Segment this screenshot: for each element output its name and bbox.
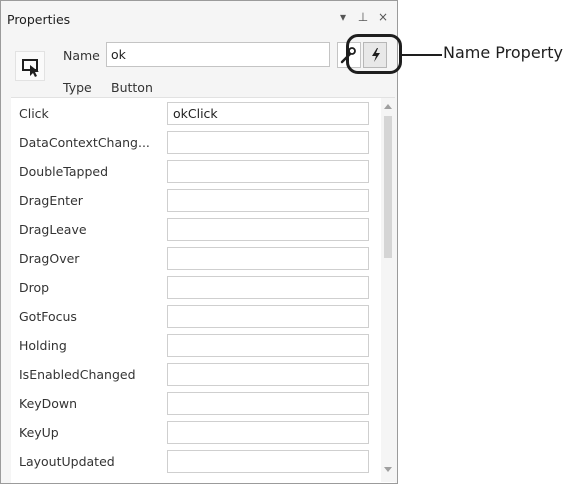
event-row: LayoutUpdated (11, 448, 375, 477)
event-row: DataContextChang... (11, 129, 375, 158)
scrollbar-thumb[interactable] (384, 116, 392, 258)
event-row: GotFocus (11, 303, 375, 332)
panel-titlebar: Properties ▾ ⊥ × (1, 1, 397, 33)
event-handler-input[interactable] (167, 363, 369, 386)
event-row: KeyDown (11, 390, 375, 419)
panel-title: Properties (7, 12, 71, 27)
event-row: DragOver (11, 245, 375, 274)
event-row: DragEnter (11, 187, 375, 216)
event-handler-input[interactable] (167, 247, 369, 270)
dropdown-icon[interactable]: ▾ (337, 11, 349, 23)
event-name: LayoutUpdated (19, 454, 115, 469)
event-row: DragLeave (11, 216, 375, 245)
event-handler-input[interactable] (167, 189, 369, 212)
event-handler-input[interactable] (167, 421, 369, 444)
event-handler-input[interactable] (167, 305, 369, 328)
event-handler-input[interactable] (167, 160, 369, 183)
name-input[interactable]: ok (106, 42, 330, 67)
event-row: IsEnabledChanged (11, 361, 375, 390)
event-handler-input[interactable] (167, 276, 369, 299)
event-handler-input[interactable]: okClick (167, 102, 369, 125)
event-name: KeyUp (19, 425, 59, 440)
event-name: GotFocus (19, 309, 77, 324)
event-row: Holding (11, 332, 375, 361)
triangle-up-icon[interactable] (383, 102, 393, 110)
pointer-element-icon (15, 51, 45, 81)
event-name: DoubleTapped (19, 164, 109, 179)
event-name: Holding (19, 338, 67, 353)
event-name: Drop (19, 280, 50, 295)
type-value: Button (111, 80, 153, 95)
title-controls: ▾ ⊥ × (337, 11, 389, 23)
event-name: Click (19, 106, 49, 121)
event-row: Click okClick (11, 100, 375, 129)
event-name: KeyDown (19, 396, 78, 411)
name-label: Name (63, 48, 100, 63)
event-name: DragEnter (19, 193, 83, 208)
event-name: IsEnabledChanged (19, 367, 136, 382)
callout-ring (346, 34, 402, 74)
event-name: DragLeave (19, 222, 87, 237)
events-list: Click okClick DataContextChang... DoubleTap… (11, 97, 395, 483)
event-handler-input[interactable] (167, 218, 369, 241)
event-row: DoubleTapped (11, 158, 375, 187)
close-icon[interactable]: × (377, 11, 389, 23)
properties-panel: Properties ▾ ⊥ × Name ok Type Button Cli… (0, 0, 398, 484)
event-handler-input[interactable] (167, 392, 369, 415)
event-row: KeyUp (11, 419, 375, 448)
triangle-down-icon[interactable] (383, 466, 393, 474)
event-handler-input[interactable] (167, 131, 369, 154)
type-label: Type (63, 80, 92, 95)
event-name: DragOver (19, 251, 80, 266)
callout-label: Name Property (443, 43, 563, 62)
event-name: DataContextChang... (19, 135, 150, 150)
event-row: Drop (11, 274, 375, 303)
vertical-scrollbar[interactable] (381, 98, 395, 482)
pin-icon[interactable]: ⊥ (357, 11, 369, 23)
event-handler-input[interactable] (167, 334, 369, 357)
event-handler-input[interactable] (167, 450, 369, 473)
callout-line (402, 54, 442, 56)
